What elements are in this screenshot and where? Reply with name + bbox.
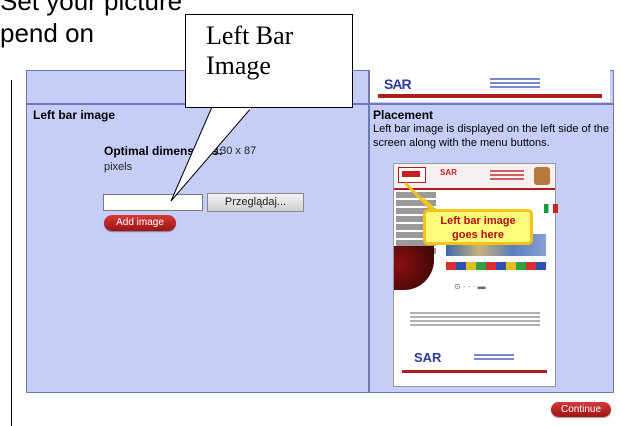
preview-footer-bar	[378, 94, 602, 98]
preview-header: SAR	[394, 164, 555, 190]
placement-preview-image: SAR ⊙ · · · ▬ SAR	[393, 163, 556, 387]
preview-footer-logo: SAR	[414, 350, 442, 365]
document-margin-line	[11, 80, 12, 426]
left-bar-callout: Left bar image goes here	[423, 209, 533, 245]
annotation-line-2: Image	[206, 51, 271, 80]
document-text-line-1: Set your picture	[0, 0, 183, 16]
optimal-dimensions-unit: pixels	[104, 161, 133, 173]
placement-description: Left bar image is displayed on the left …	[373, 123, 610, 149]
file-path-input[interactable]	[103, 194, 203, 211]
optimal-dimensions-value: 130 x 87	[214, 145, 257, 157]
preview-logo: SAR	[384, 76, 412, 92]
italy-flag-icon	[544, 204, 558, 213]
preview-left-bar-logo	[398, 167, 426, 183]
previous-preview-fragment: SAR	[370, 70, 610, 102]
panel-divider-vertical	[368, 71, 370, 392]
browse-button[interactable]: Przeglądaj...	[207, 193, 304, 212]
callout-line-2: goes here	[452, 229, 504, 241]
continue-button[interactable]: Continue	[551, 402, 611, 417]
preview-header-logo: SAR	[440, 168, 457, 177]
add-image-button[interactable]: Add image	[104, 215, 176, 231]
annotation-box: Left Bar Image	[185, 14, 353, 108]
preview-text-lines	[490, 78, 540, 80]
callout-line-1: Left bar image	[440, 215, 516, 227]
optimal-dimensions-label: Optimal dimensions:	[104, 144, 223, 158]
placement-title: Placement	[373, 108, 434, 122]
preview-header-photo	[534, 167, 550, 185]
left-bar-image-title: Left bar image	[33, 108, 116, 122]
preview-icons-row: ⊙ · · · ▬	[454, 282, 486, 291]
preview-dark-graphic	[394, 246, 434, 290]
preview-header-text	[490, 170, 524, 172]
annotation-line-1: Left Bar	[206, 21, 294, 50]
preview-footer-bar	[402, 370, 547, 373]
preview-flags-row	[446, 262, 546, 270]
document-text-line-2: pend on	[0, 18, 94, 48]
preview-footer-text	[474, 354, 514, 356]
preview-body-text	[410, 312, 540, 314]
